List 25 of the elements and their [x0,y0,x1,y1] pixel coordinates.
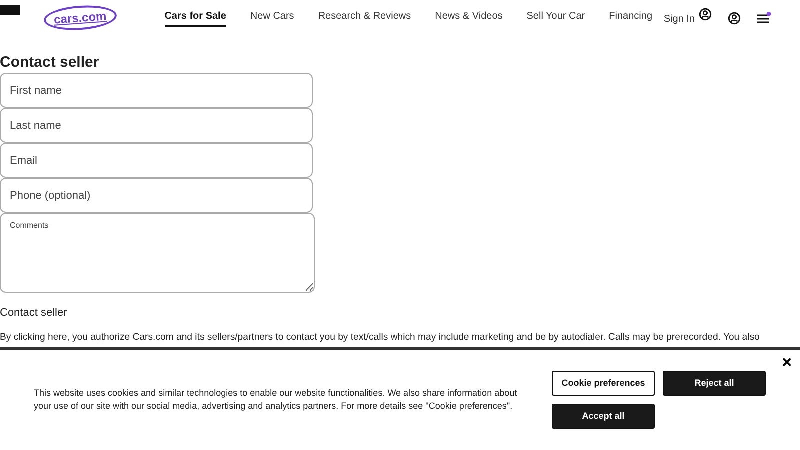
dark-block [0,5,20,15]
account-icon[interactable] [728,12,741,24]
disclaimer-text: By clicking here, you authorize Cars.com and its sellers/partners to contact you by text/calls which may include marketing and be by autodialer. Calls may be prerecorded. You also [0,332,760,343]
nav-link[interactable]: News & Videos [435,9,503,27]
contact-seller-text[interactable]: Contact seller [0,305,315,322]
logo[interactable]: cars.com [43,4,118,32]
user-icon [699,8,712,20]
comments-field[interactable]: Comments [0,213,315,293]
close-button[interactable]: × [782,354,792,371]
form-title: Contact seller [0,54,100,72]
input-field[interactable]: Email [0,143,313,178]
input-field[interactable]: Last name [0,108,313,143]
input-field[interactable]: Phone (optional) [0,178,313,213]
cookie-text: This website uses cookies and similar technologies to enable our website functionalities. We also share information about your use of our site with our social media, advertising and analytics partners. For more details see "Cookie preferences". [34,386,518,413]
cookie-button[interactable]: Accept all [552,404,655,429]
cookie-button[interactable]: Reject all [663,371,766,396]
nav-link[interactable]: New Cars [250,9,294,27]
sign-in-link[interactable]: Sign In [664,12,712,28]
menu-icon[interactable] [757,12,772,24]
nav-link[interactable]: Financing [609,9,652,27]
cookie-button[interactable]: Cookie preferences [552,371,655,396]
nav-link[interactable]: Cars for Sale [164,9,226,27]
nav-link[interactable]: Sell Your Car [526,9,586,27]
input-field[interactable]: First name [0,73,313,108]
nav-link[interactable]: Research & Reviews [318,9,412,27]
